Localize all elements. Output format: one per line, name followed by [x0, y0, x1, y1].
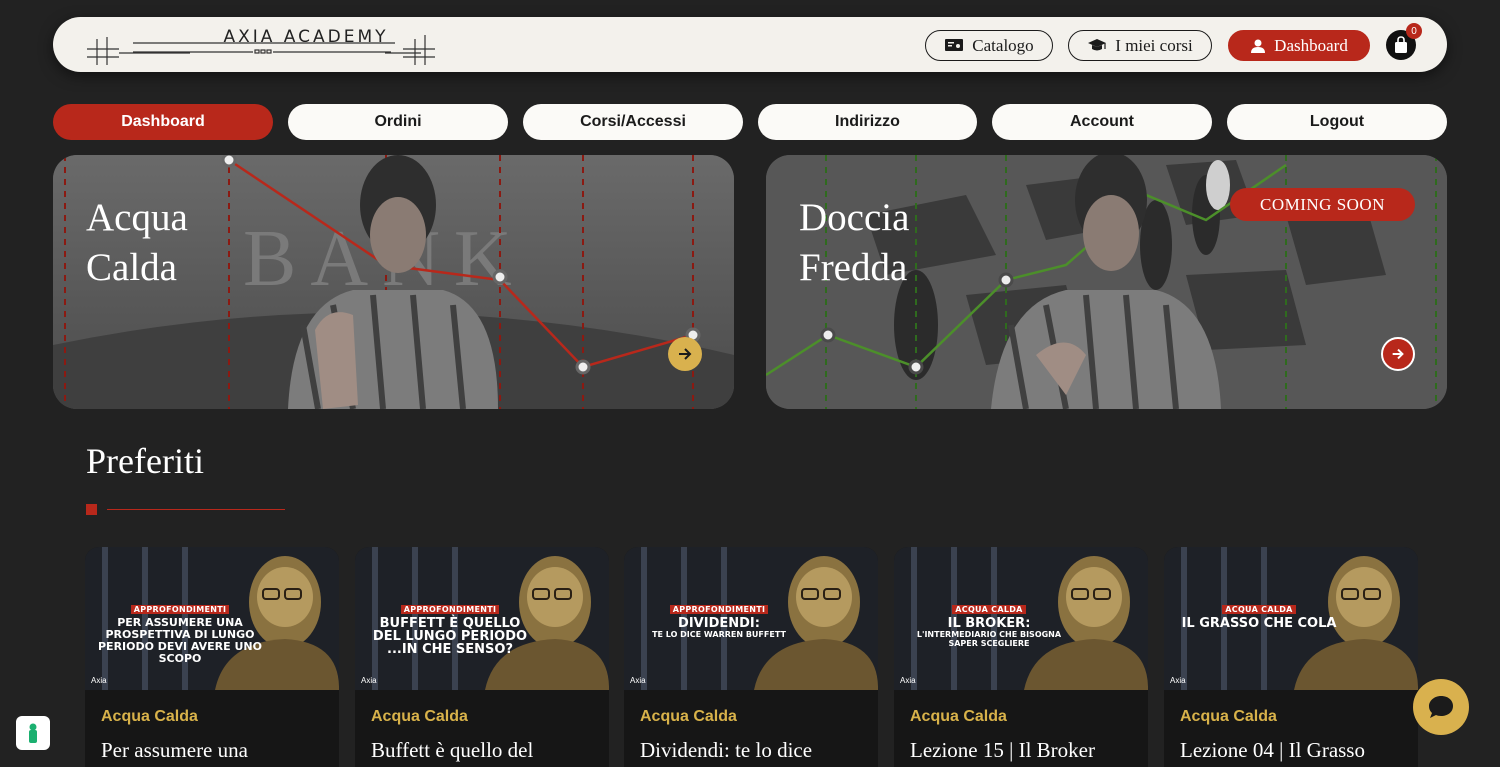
arrow-right-icon: [679, 348, 692, 360]
favorite-course-card[interactable]: ACQUA CALDA IL BROKER: L'INTERMEDIARIO C…: [894, 547, 1148, 767]
course-title[interactable]: Buffett è quello del: [371, 738, 533, 763]
tab-logout[interactable]: Logout: [1227, 104, 1447, 140]
thumbnail-text: APPROFONDIMENTI PER ASSUMERE UNA PROSPET…: [95, 597, 265, 665]
course-title[interactable]: Per assumere una: [101, 738, 248, 763]
top-header: AXIA ACADEMY Catalogo I miei corsi Dashb…: [53, 17, 1447, 72]
hero-arrow-button[interactable]: [1381, 337, 1415, 371]
thumbnail-tag: APPROFONDIMENTI: [130, 605, 230, 614]
course-thumbnail: APPROFONDIMENTI DIVIDENDI: TE LO DICE WA…: [624, 547, 878, 690]
thumbnail-text: APPROFONDIMENTI BUFFETT È QUELLO DEL LUN…: [365, 597, 535, 656]
hero-title-doccia-fredda: Doccia Fredda: [799, 193, 1059, 293]
hero-card-acqua-calda[interactable]: BANK Acqua Calda: [53, 155, 734, 409]
course-category: Acqua Calda: [1180, 708, 1277, 725]
thumbnail-text: APPROFONDIMENTI DIVIDENDI: TE LO DICE WA…: [634, 597, 804, 639]
thumbnail-subtitle: TE LO DICE WARREN BUFFETT: [652, 630, 786, 639]
catalog-button[interactable]: Catalogo: [925, 30, 1053, 61]
catalog-icon: [945, 38, 964, 51]
thumbnail-brand: Axia: [630, 676, 646, 685]
hero-title-line1: Acqua: [86, 196, 188, 239]
hero-title-acqua-calda: Acqua Calda: [86, 193, 346, 293]
tab-indirizzo[interactable]: Indirizzo: [758, 104, 977, 140]
course-thumbnail: APPROFONDIMENTI PER ASSUMERE UNA PROSPET…: [85, 547, 339, 690]
thumbnail-brand: Axia: [361, 676, 377, 685]
axia-academy-logo[interactable]: AXIA ACADEMY: [85, 25, 445, 65]
thumbnail-text: ACQUA CALDA IL GRASSO CHE COLA: [1174, 597, 1344, 630]
shopping-bag-icon: [1395, 36, 1407, 53]
thumbnail-brand: Axia: [91, 676, 107, 685]
logo-text: AXIA ACADEMY: [223, 27, 389, 47]
course-title[interactable]: Lezione 04 | Il Grasso: [1180, 738, 1365, 763]
thumbnail-tag: APPROFONDIMENTI: [669, 605, 769, 614]
privacy-settings-button[interactable]: [16, 716, 50, 750]
course-category: Acqua Calda: [371, 708, 468, 725]
thumbnail-brand: Axia: [900, 676, 916, 685]
thumbnail-brand: Axia: [1170, 676, 1186, 685]
thumbnail-tag: ACQUA CALDA: [952, 605, 1026, 614]
thumbnail-headline: BUFFETT È QUELLO DEL LUNGO PERIODO ...IN…: [372, 616, 528, 657]
tab-account[interactable]: Account: [992, 104, 1212, 140]
chat-widget-button[interactable]: [1413, 679, 1469, 735]
course-thumbnail: ACQUA CALDA IL BROKER: L'INTERMEDIARIO C…: [894, 547, 1148, 690]
chat-bubble-icon: [1429, 696, 1453, 718]
course-title[interactable]: Dividendi: te lo dice: [640, 738, 812, 763]
tab-dashboard[interactable]: Dashboard: [53, 104, 273, 140]
thumbnail-subtitle: L'INTERMEDIARIO CHE BISOGNA SAPER SCEGLI…: [916, 630, 1062, 648]
coming-soon-badge: COMING SOON: [1230, 188, 1415, 221]
thumbnail-headline: IL GRASSO CHE COLA: [1181, 616, 1337, 631]
graduation-cap-icon: [1088, 38, 1107, 50]
thumbnail-tag: APPROFONDIMENTI: [400, 605, 500, 614]
favorite-course-card[interactable]: APPROFONDIMENTI BUFFETT È QUELLO DEL LUN…: [355, 547, 609, 767]
thumbnail-headline: DIVIDENDI:: [678, 616, 760, 631]
catalog-label: Catalogo: [972, 35, 1034, 55]
thumbnail-headline: IL BROKER:: [947, 616, 1031, 631]
cart-count-badge: 0: [1406, 23, 1422, 39]
hero-title-line2: Fredda: [799, 246, 908, 289]
thumbnail-text: ACQUA CALDA IL BROKER: L'INTERMEDIARIO C…: [904, 597, 1074, 648]
user-icon: [1251, 39, 1266, 53]
course-category: Acqua Calda: [101, 708, 198, 725]
course-title[interactable]: Lezione 15 | Il Broker: [910, 738, 1095, 763]
dashboard-label: Dashboard: [1274, 35, 1348, 55]
dashboard-button[interactable]: Dashboard: [1228, 30, 1370, 61]
course-thumbnail: ACQUA CALDA IL GRASSO CHE COLA Axia: [1164, 547, 1418, 690]
hero-title-line1: Doccia: [799, 196, 910, 239]
favorite-course-card[interactable]: APPROFONDIMENTI DIVIDENDI: TE LO DICE WA…: [624, 547, 878, 767]
favorite-course-card[interactable]: APPROFONDIMENTI PER ASSUMERE UNA PROSPET…: [85, 547, 339, 767]
thumbnail-headline: PER ASSUMERE UNA PROSPETTIVA DI LUNGO PE…: [98, 616, 262, 665]
heading-decor-line: [107, 509, 285, 510]
my-courses-label: I miei corsi: [1115, 35, 1193, 55]
tab-ordini[interactable]: Ordini: [288, 104, 508, 140]
thumbnail-tag: ACQUA CALDA: [1222, 605, 1296, 614]
course-category: Acqua Calda: [640, 708, 737, 725]
arrow-right-icon: [1392, 348, 1404, 360]
favorites-heading: Preferiti: [86, 441, 204, 481]
course-category: Acqua Calda: [910, 708, 1007, 725]
hero-arrow-button[interactable]: [668, 337, 702, 371]
privacy-shield-icon: [29, 723, 37, 743]
course-thumbnail: APPROFONDIMENTI BUFFETT È QUELLO DEL LUN…: [355, 547, 609, 690]
hero-title-line2: Calda: [86, 246, 177, 289]
favorite-course-card[interactable]: ACQUA CALDA IL GRASSO CHE COLA Axia Acqu…: [1164, 547, 1418, 767]
heading-decor-square: [86, 504, 97, 515]
my-courses-button[interactable]: I miei corsi: [1068, 30, 1212, 61]
hero-card-doccia-fredda[interactable]: Doccia Fredda COMING SOON: [766, 155, 1447, 409]
tab-corsi-accessi[interactable]: Corsi/Accessi: [523, 104, 743, 140]
